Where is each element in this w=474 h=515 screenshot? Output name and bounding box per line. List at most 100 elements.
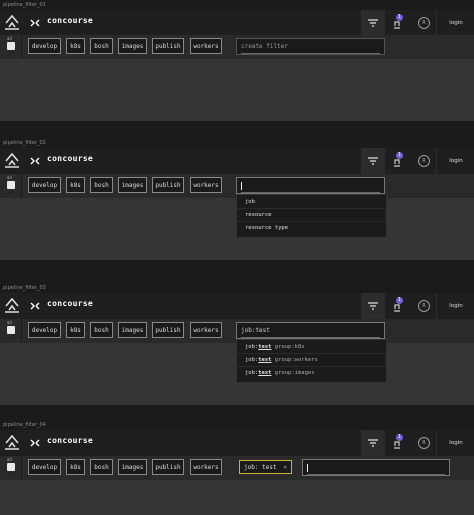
main-area-1 <box>0 59 474 121</box>
suggestion-job-test-images[interactable]: job:test group:images <box>237 367 386 380</box>
check-icon <box>8 50 15 57</box>
check-icon <box>8 189 15 196</box>
brand-name: concourse <box>47 16 94 25</box>
suggestion-resource[interactable]: resource <box>237 209 386 222</box>
avatar[interactable]: R <box>418 17 430 29</box>
filter-button[interactable] <box>361 430 385 456</box>
search-box[interactable]: job:test <box>236 322 385 339</box>
filter-chip[interactable]: job: test × <box>239 460 292 474</box>
filter-icon <box>368 19 378 27</box>
suggestion-resource-type[interactable]: resource type <box>237 222 386 235</box>
search-box[interactable] <box>236 177 385 194</box>
divider <box>21 35 22 59</box>
divider <box>21 174 22 198</box>
login-button[interactable]: login <box>436 430 474 456</box>
notification-badge: 1 <box>396 152 403 159</box>
group-k8s[interactable]: k8s <box>66 322 85 338</box>
all-checkbox[interactable] <box>7 463 15 478</box>
top-bar-1: concourse 1 R login <box>0 10 474 37</box>
group-develop[interactable]: develop <box>28 177 61 193</box>
suggestion-scope: job: <box>245 344 259 350</box>
suggestion-group: group:images <box>271 370 315 376</box>
avatar[interactable]: R <box>418 437 430 449</box>
group-publish[interactable]: publish <box>152 177 184 193</box>
brand-name: concourse <box>47 436 94 445</box>
filter-icon <box>368 157 378 165</box>
group-workers[interactable]: workers <box>190 177 222 193</box>
group-develop[interactable]: develop <box>28 459 61 475</box>
check-icon <box>8 334 15 341</box>
all-label: all <box>7 36 12 41</box>
all-label: all <box>7 457 12 462</box>
all-checkbox[interactable] <box>7 42 15 57</box>
caption-3: pipeline_filter_03 <box>3 285 46 291</box>
group-images[interactable]: images <box>118 459 147 475</box>
group-bosh[interactable]: bosh <box>90 177 113 193</box>
filter-button[interactable] <box>361 148 385 174</box>
close-icon[interactable]: × <box>283 461 287 474</box>
search-input[interactable] <box>241 181 380 193</box>
top-bar-4: concourse 1 R login <box>0 430 474 457</box>
group-publish[interactable]: publish <box>152 459 184 475</box>
suggestion-match: test <box>258 344 272 350</box>
group-bosh[interactable]: bosh <box>90 459 113 475</box>
search-box[interactable] <box>302 459 450 476</box>
concourse-mark-icon <box>30 302 40 310</box>
login-button[interactable]: login <box>436 293 474 319</box>
top-bar-3: concourse 1 R login <box>0 293 474 320</box>
filter-icon <box>368 439 378 447</box>
group-workers[interactable]: workers <box>190 322 222 338</box>
group-bar-1: all develop k8s bosh images publish work… <box>0 35 474 59</box>
group-bar-4: all develop k8s bosh images publish work… <box>0 456 474 480</box>
suggestion-match: test <box>258 357 272 363</box>
all-checkbox[interactable] <box>7 181 15 196</box>
group-publish[interactable]: publish <box>152 38 184 54</box>
group-images[interactable]: images <box>118 177 147 193</box>
concourse-logo-icon[interactable] <box>4 151 20 169</box>
group-develop[interactable]: develop <box>28 38 61 54</box>
suggestion-match: test <box>258 370 272 376</box>
brand-name: concourse <box>47 299 94 308</box>
text-cursor <box>241 181 242 190</box>
group-k8s[interactable]: k8s <box>66 38 85 54</box>
group-workers[interactable]: workers <box>190 459 222 475</box>
notification-badge: 1 <box>396 297 403 304</box>
suggestion-job[interactable]: job <box>237 196 386 209</box>
avatar[interactable]: R <box>418 300 430 312</box>
divider <box>21 456 22 480</box>
group-develop[interactable]: develop <box>28 322 61 338</box>
suggestion-group: group:workers <box>271 357 318 363</box>
all-label: all <box>7 320 12 325</box>
group-images[interactable]: images <box>118 38 147 54</box>
search-box[interactable]: create filter <box>236 38 385 55</box>
search-input[interactable]: create filter <box>241 42 380 54</box>
all-checkbox[interactable] <box>7 326 15 341</box>
group-images[interactable]: images <box>118 322 147 338</box>
group-bosh[interactable]: bosh <box>90 322 113 338</box>
suggestion-job-test-k8s[interactable]: job:test group:k8s <box>237 341 386 354</box>
concourse-logo-icon[interactable] <box>4 296 20 314</box>
concourse-logo-icon[interactable] <box>4 13 20 31</box>
group-bosh[interactable]: bosh <box>90 38 113 54</box>
filter-button[interactable] <box>361 10 385 36</box>
notification-badge: 1 <box>396 14 403 21</box>
group-workers[interactable]: workers <box>190 38 222 54</box>
group-k8s[interactable]: k8s <box>66 177 85 193</box>
group-k8s[interactable]: k8s <box>66 459 85 475</box>
concourse-logo-icon[interactable] <box>4 433 20 451</box>
search-input[interactable] <box>307 463 445 475</box>
avatar[interactable]: R <box>418 155 430 167</box>
filter-button[interactable] <box>361 293 385 319</box>
all-label: all <box>7 175 12 180</box>
login-button[interactable]: login <box>436 10 474 36</box>
caption-2: pipeline_filter_02 <box>3 140 46 146</box>
group-publish[interactable]: publish <box>152 322 184 338</box>
login-button[interactable]: login <box>436 148 474 174</box>
divider <box>21 319 22 343</box>
check-icon <box>8 471 15 478</box>
caption-4: pipeline_filter_04 <box>3 422 46 428</box>
suggestion-group: group:k8s <box>271 344 305 350</box>
suggestion-job-test-workers[interactable]: job:test group:workers <box>237 354 386 367</box>
search-input[interactable]: job:test <box>241 326 380 338</box>
concourse-mark-icon <box>30 19 40 27</box>
